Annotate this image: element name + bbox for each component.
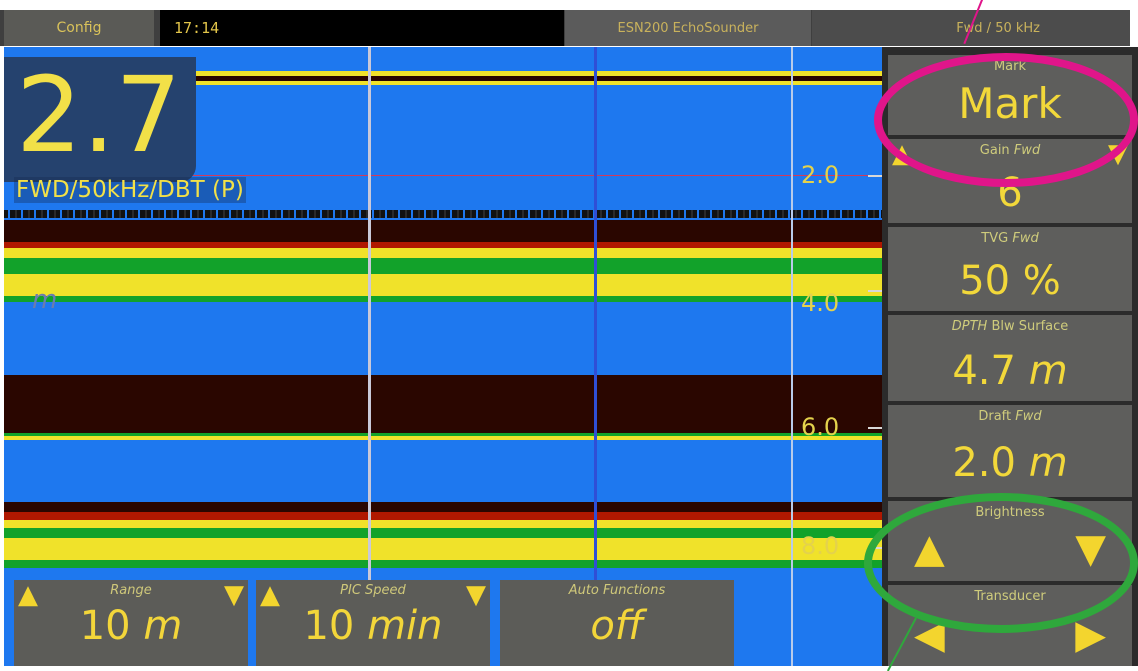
draft-value: 2.0 m xyxy=(952,440,1068,486)
echogram-display[interactable]: 2.0 4.0 6.0 8.0 2.7 FWD/50kHz/DBT (P) m xyxy=(4,47,882,666)
echo-band xyxy=(4,538,882,560)
echo-band xyxy=(4,436,882,440)
echo-band xyxy=(4,520,882,528)
echo-band xyxy=(4,248,882,258)
top-bar: Config 17:14 ESN200 EchoSounder Fwd / 50… xyxy=(0,10,1130,46)
app-title: ESN200 EchoSounder xyxy=(565,10,811,46)
echo-band xyxy=(4,528,882,538)
depth-scale-label: 6.0 xyxy=(801,413,840,441)
event-marker-line xyxy=(594,47,597,666)
auto-functions-label: Auto Functions xyxy=(568,583,666,598)
tvg-control[interactable]: TVG Fwd 50 % xyxy=(888,227,1132,311)
echo-band xyxy=(4,512,882,520)
auto-functions-control[interactable]: Auto Functions off xyxy=(500,580,734,666)
depth-value: 2.7 xyxy=(16,54,182,176)
range-value: 10 m xyxy=(79,603,183,649)
echo-band xyxy=(4,296,882,302)
dpth-control[interactable]: DPTH Blw Surface 4.7 m xyxy=(888,315,1132,401)
event-marker-line xyxy=(368,47,371,666)
scale-tick xyxy=(868,427,882,429)
annotation-circle-brightness xyxy=(864,493,1138,633)
tvg-value: 50 % xyxy=(959,258,1061,304)
transducer-right-icon[interactable]: ▶ xyxy=(1075,615,1106,655)
pic-speed-value: 10 min xyxy=(303,603,443,649)
echo-band xyxy=(4,502,882,512)
dpth-label: DPTH Blw Surface xyxy=(951,319,1069,334)
clock-display: 17:14 xyxy=(160,10,564,46)
draft-control[interactable]: Draft Fwd 2.0 m xyxy=(888,405,1132,497)
tvg-label: TVG Fwd xyxy=(981,231,1039,246)
auto-functions-value: off xyxy=(590,603,644,649)
echo-band xyxy=(4,274,882,296)
scale-tick xyxy=(868,290,882,292)
range-label: Range xyxy=(110,583,152,598)
config-button[interactable]: Config xyxy=(4,10,154,46)
echo-band xyxy=(4,220,882,242)
echo-band xyxy=(4,258,882,274)
pic-speed-label: PIC Speed xyxy=(340,583,406,598)
depth-scale-label: 8.0 xyxy=(801,532,840,560)
depth-caption: FWD/50kHz/DBT (P) xyxy=(14,177,246,203)
draft-label: Draft Fwd xyxy=(978,409,1042,424)
depth-scale-label: 4.0 xyxy=(801,289,840,317)
dpth-value: 4.7 m xyxy=(952,348,1068,394)
event-marker-line xyxy=(791,47,793,666)
pic-speed-control[interactable]: ▲ ▼ PIC Speed 10 min xyxy=(256,580,490,666)
annotation-circle-mark xyxy=(874,53,1138,187)
scale-tick xyxy=(868,175,882,177)
depth-unit-ghost: m xyxy=(32,285,58,315)
echo-band xyxy=(4,375,882,433)
echo-noise-strip xyxy=(4,210,882,218)
range-control[interactable]: ▲ ▼ Range 10 m xyxy=(14,580,248,666)
depth-scale-label: 2.0 xyxy=(801,161,840,189)
echo-band xyxy=(4,560,882,568)
depth-readout: 2.7 xyxy=(4,57,196,182)
